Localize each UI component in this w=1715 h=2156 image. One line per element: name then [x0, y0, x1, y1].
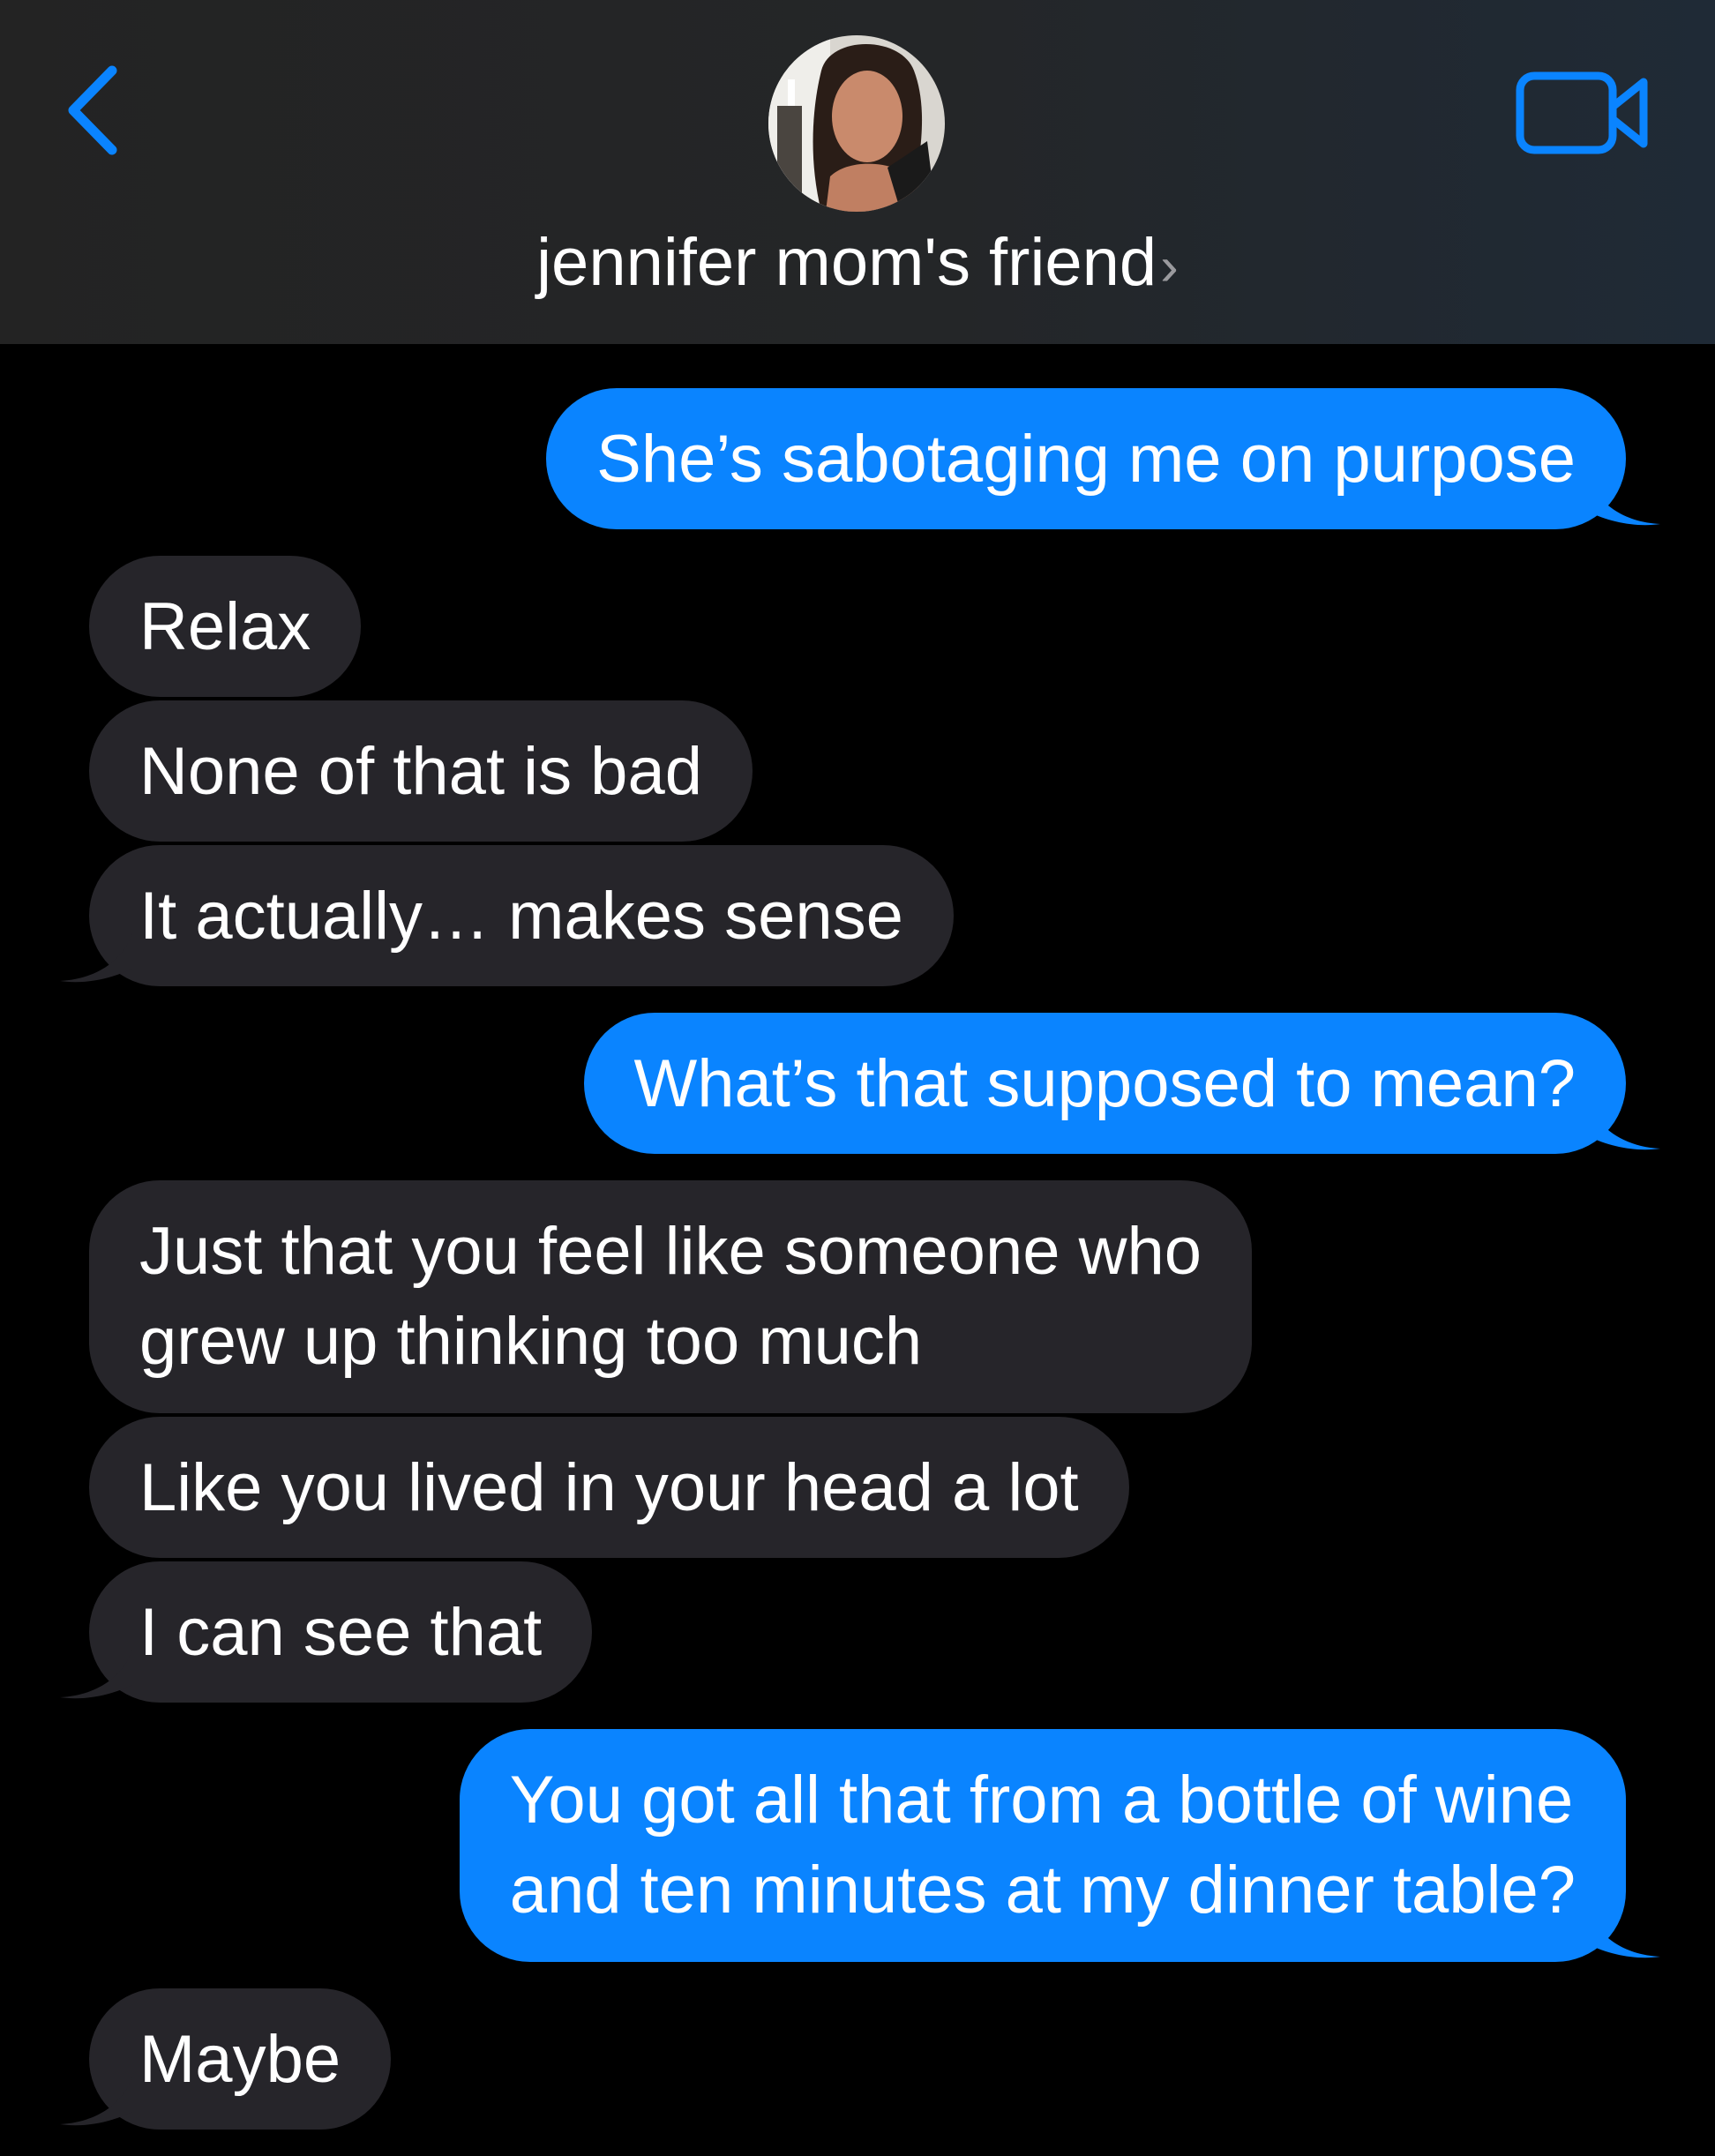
avatar-photo: [768, 35, 945, 212]
message-bubble-incoming[interactable]: Just that you feel like someone who grew…: [89, 1180, 1253, 1413]
message-text-line: and ten minutes at my dinner table?: [509, 1853, 1576, 1928]
message-text-line: You got all that from a bottle of wine: [509, 1763, 1574, 1838]
message-bubble-incoming[interactable]: It actually… makes sense: [89, 845, 954, 986]
message-bubble-outgoing[interactable]: What’s that supposed to mean?: [583, 1013, 1626, 1154]
video-camera-icon: [1516, 71, 1648, 154]
message-bubble-outgoing[interactable]: She’s sabotaging me on purpose: [546, 388, 1626, 529]
chevron-right-icon: ›: [1160, 236, 1179, 297]
back-button[interactable]: [58, 62, 129, 159]
message-bubble-incoming[interactable]: None of that is bad: [89, 700, 753, 842]
contact-name: jennifer mom's friend: [536, 225, 1157, 300]
bubble-tail: [1588, 1909, 1660, 1958]
message-text: Like you lived in your head a lot: [139, 1450, 1079, 1525]
message-bubble-incoming[interactable]: I can see that: [89, 1561, 593, 1703]
contact-name-button[interactable]: jennifer mom's friend›: [0, 219, 1715, 311]
conversation-header: jennifer mom's friend›: [0, 0, 1715, 344]
message-text: She’s sabotaging me on purpose: [596, 422, 1576, 497]
bubble-tail: [60, 1650, 132, 1699]
message-text: None of that is bad: [139, 734, 702, 809]
bubble-tail: [1588, 476, 1660, 526]
message-text: It actually… makes sense: [139, 879, 903, 954]
message-bubble-incoming[interactable]: Like you lived in your head a lot: [89, 1417, 1129, 1558]
contact-avatar[interactable]: [768, 35, 945, 212]
bubble-tail: [1588, 1101, 1660, 1150]
chevron-left-icon: [68, 65, 117, 155]
message-bubble-incoming[interactable]: Relax: [89, 556, 362, 697]
message-bubble-incoming[interactable]: Maybe: [89, 1988, 392, 2130]
message-text-line: grew up thinking too much: [139, 1304, 923, 1379]
facetime-video-button[interactable]: [1514, 67, 1651, 161]
bubble-tail: [60, 2077, 132, 2126]
message-text: I can see that: [139, 1595, 543, 1670]
message-bubble-outgoing[interactable]: You got all that from a bottle of wine a…: [459, 1729, 1626, 1962]
message-text: Relax: [139, 589, 311, 664]
message-text: Maybe: [139, 2022, 341, 2097]
bubble-tail: [60, 933, 132, 983]
message-text: What’s that supposed to mean?: [633, 1046, 1576, 1121]
message-text-line: Just that you feel like someone who: [139, 1214, 1202, 1289]
